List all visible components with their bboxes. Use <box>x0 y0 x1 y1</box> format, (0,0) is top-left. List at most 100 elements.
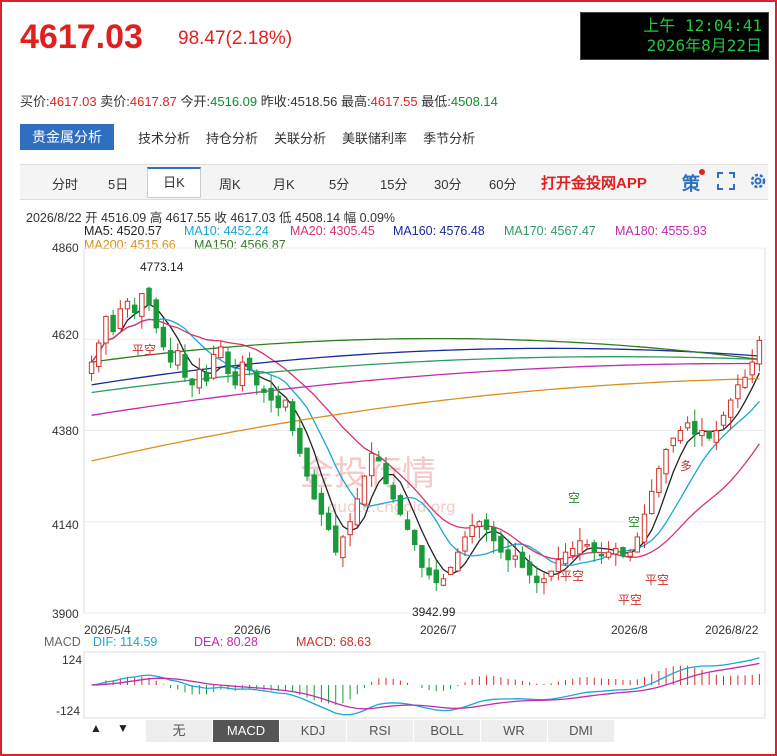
candle-body <box>455 551 461 572</box>
candle-body <box>505 549 511 561</box>
candle-body <box>117 308 124 329</box>
dif-legend: DIF: 114.59 <box>93 635 158 649</box>
candle-body <box>749 361 755 376</box>
candle-body <box>620 547 626 557</box>
candle-body <box>412 529 418 546</box>
candle-body <box>699 430 705 437</box>
candle-body <box>297 427 303 454</box>
candle-body <box>584 544 590 547</box>
tab-boll[interactable]: BOLL <box>414 720 481 742</box>
candle-body <box>304 447 310 477</box>
candle-body <box>110 314 116 333</box>
tab-dmi[interactable]: DMI <box>548 720 615 742</box>
candle-body <box>340 536 346 559</box>
candle-body <box>577 540 583 555</box>
candle-body <box>498 535 504 553</box>
tab-kdj[interactable]: KDJ <box>280 720 347 742</box>
candle-body <box>347 521 353 536</box>
candle-body <box>706 431 712 439</box>
candle-body <box>512 555 518 560</box>
y-tick: 4860 <box>52 241 79 255</box>
x-tick: 2026/8/22 <box>705 623 759 637</box>
signal-label: 空 <box>568 491 580 505</box>
scroll-down-button[interactable]: ▼ <box>117 721 129 735</box>
y-tick: 4380 <box>52 424 79 438</box>
candle-body <box>390 484 396 500</box>
tab-rsi[interactable]: RSI <box>347 720 414 742</box>
watermark: 金投行情 <box>300 454 436 494</box>
candle-body <box>490 526 497 542</box>
macd-value-legend: MACD: 68.63 <box>296 635 372 649</box>
candle-body <box>361 475 368 505</box>
candle-body <box>548 570 554 577</box>
candle-body <box>376 456 382 462</box>
tab-wr[interactable]: WR <box>481 720 548 742</box>
candle-body <box>225 351 231 374</box>
candle-body <box>627 551 633 557</box>
candle-body <box>354 498 361 526</box>
candle-body <box>167 350 174 363</box>
candle-body <box>218 346 224 359</box>
candle-body <box>289 401 296 432</box>
candle-body <box>591 542 597 553</box>
candle-body <box>562 551 569 565</box>
candle-body <box>103 315 109 344</box>
candle-body <box>634 536 641 553</box>
candle-body <box>325 512 332 530</box>
candle-body <box>311 474 317 500</box>
candle-body <box>648 490 655 515</box>
candle-body <box>756 339 763 365</box>
candle-body <box>139 293 145 317</box>
x-tick: 2026/7 <box>420 623 457 637</box>
candle-body <box>605 551 612 558</box>
candle-body <box>419 545 425 568</box>
low-annotation: 3942.99 <box>412 605 456 619</box>
candle-body <box>469 525 475 538</box>
candle-body <box>189 378 195 386</box>
candle-body <box>383 462 389 485</box>
candle-body <box>656 468 662 493</box>
candle-body <box>462 536 468 552</box>
ma10-line <box>91 318 760 567</box>
signal-label: 平空 <box>132 343 156 357</box>
candle-body <box>275 395 282 409</box>
candle-body <box>519 551 526 568</box>
candle-body <box>88 361 95 374</box>
candle-body <box>175 350 181 366</box>
candle-body <box>476 521 483 527</box>
candle-body <box>368 452 375 477</box>
y-tick: 4620 <box>52 328 79 342</box>
candle-body <box>196 369 203 389</box>
y-tick: 3900 <box>52 607 79 621</box>
candle-body <box>146 287 152 306</box>
scroll-up-button[interactable]: ▲ <box>90 721 102 735</box>
candle-body <box>670 437 676 447</box>
candle-body <box>232 371 238 386</box>
candle-body <box>713 430 720 443</box>
candle-body <box>433 569 439 584</box>
signal-label: 平空 <box>560 569 584 583</box>
indicator-tabs: 无 MACD KDJ RSI BOLL WR DMI <box>146 720 615 742</box>
candle-body <box>735 384 741 400</box>
candle-body <box>684 422 691 429</box>
candle-body <box>261 388 267 393</box>
candle-body <box>447 566 454 575</box>
tab-macd[interactable]: MACD <box>213 720 280 742</box>
candle-body <box>613 547 619 555</box>
candle-body <box>397 495 404 515</box>
high-annotation: 4773.14 <box>140 260 184 274</box>
candle-body <box>440 578 447 586</box>
candle-body <box>246 357 253 371</box>
x-tick: 2026/8 <box>611 623 648 637</box>
tab-none[interactable]: 无 <box>146 720 213 742</box>
candle-body <box>268 387 274 401</box>
candle-body <box>526 561 533 576</box>
candle-body <box>742 376 748 388</box>
candle-body <box>598 553 605 557</box>
candle-body <box>663 449 669 475</box>
candle-body <box>210 353 217 379</box>
macd-y-tick: -124 <box>56 704 81 718</box>
candle-body <box>282 399 289 408</box>
candle-body <box>727 399 734 418</box>
candle-body <box>160 326 167 348</box>
